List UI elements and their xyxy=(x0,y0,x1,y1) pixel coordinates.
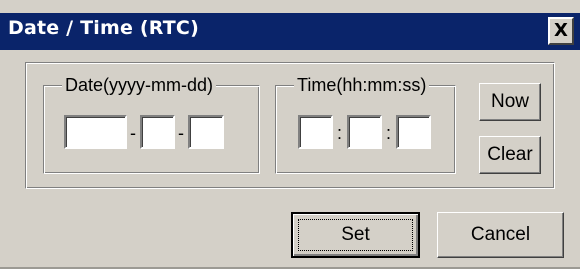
title-bar[interactable]: Date / Time (RTC) X xyxy=(0,13,580,50)
cancel-button-label: Cancel xyxy=(470,224,531,245)
datetime-panel: Date(yyyy-mm-dd) - - Time(hh:mm:ss) : : … xyxy=(25,62,555,189)
now-button-label: Now xyxy=(490,91,529,112)
day-field[interactable] xyxy=(188,115,224,149)
hour-field[interactable] xyxy=(298,115,333,149)
date-separator: - xyxy=(178,123,184,143)
set-button[interactable]: Set xyxy=(291,212,420,258)
year-field[interactable] xyxy=(64,115,127,149)
time-separator: : xyxy=(386,123,392,143)
date-separator: - xyxy=(130,123,136,143)
close-icon: X xyxy=(554,20,568,41)
time-group-label: Time(hh:mm:ss) xyxy=(294,75,430,95)
set-button-label: Set xyxy=(341,224,370,245)
minute-field[interactable] xyxy=(347,115,382,149)
date-group: Date(yyyy-mm-dd) - - xyxy=(43,75,260,174)
time-group: Time(hh:mm:ss) : : xyxy=(275,75,456,174)
time-separator: : xyxy=(337,123,343,143)
now-button[interactable]: Now xyxy=(479,83,541,121)
second-field[interactable] xyxy=(396,115,431,149)
rtc-dialog: Date / Time (RTC) X Date(yyyy-mm-dd) - -… xyxy=(0,0,580,269)
close-button[interactable]: X xyxy=(548,17,574,45)
clear-button-label: Clear xyxy=(487,144,533,165)
date-group-label: Date(yyyy-mm-dd) xyxy=(62,75,217,95)
clear-button[interactable]: Clear xyxy=(479,136,541,174)
month-field[interactable] xyxy=(140,115,175,149)
cancel-button[interactable]: Cancel xyxy=(437,212,564,258)
window-title: Date / Time (RTC) xyxy=(8,17,199,39)
